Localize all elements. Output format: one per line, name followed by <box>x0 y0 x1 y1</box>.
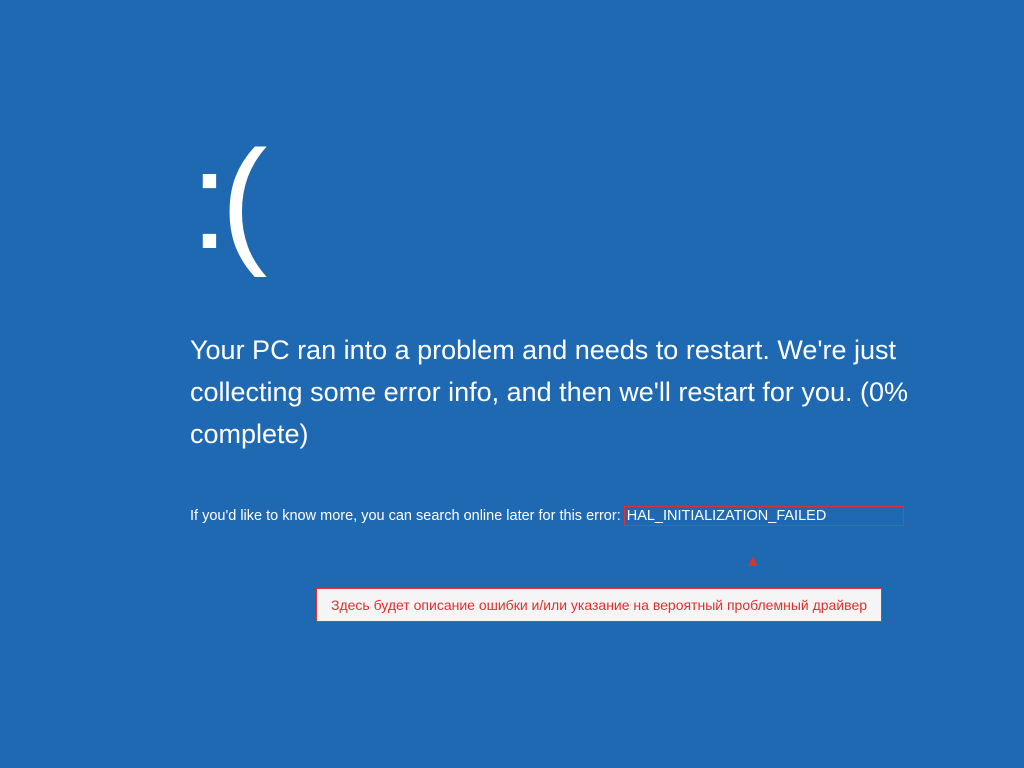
message-line-2: collecting some error info, and then we'… <box>190 377 908 407</box>
error-detail-line: If you'd like to know more, you can sear… <box>190 506 960 526</box>
message-line-3: complete) <box>190 419 309 449</box>
error-message: Your PC ran into a problem and needs to … <box>190 330 960 456</box>
annotation-text: Здесь будет описание ошибки и/или указан… <box>331 597 867 613</box>
error-code: HAL_INITIALIZATION_FAILED <box>627 508 827 524</box>
bsod-content: :( Your PC ran into a problem and needs … <box>190 130 960 526</box>
arrow-up-icon: ▲ <box>745 554 761 570</box>
annotation-callout: Здесь будет описание ошибки и/или указан… <box>316 588 882 622</box>
sad-face-icon: :( <box>190 130 960 270</box>
annotation-arrow-container: ▲ <box>745 554 761 570</box>
error-code-highlight: HAL_INITIALIZATION_FAILED <box>624 506 904 526</box>
message-line-1: Your PC ran into a problem and needs to … <box>190 335 896 365</box>
detail-prefix: If you'd like to know more, you can sear… <box>190 508 621 524</box>
